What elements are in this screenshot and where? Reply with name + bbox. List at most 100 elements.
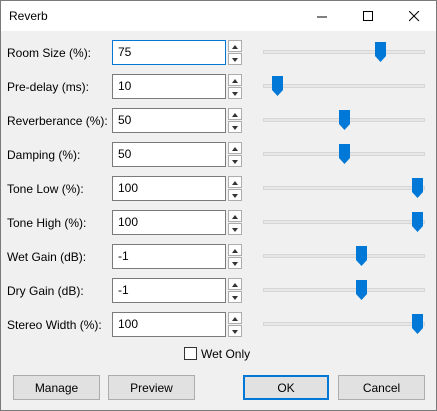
arrow-up-icon: [232, 45, 238, 49]
spin-up-button[interactable]: [228, 176, 242, 188]
param-slider-track[interactable]: [263, 84, 425, 88]
param-value-field[interactable]: 100: [112, 210, 226, 235]
close-button[interactable]: [391, 1, 437, 31]
param-value-field[interactable]: 50: [112, 108, 226, 133]
param-value-field[interactable]: -1: [112, 244, 226, 269]
param-spinner: [228, 142, 242, 167]
spin-down-button[interactable]: [228, 291, 242, 303]
param-value-field[interactable]: -1: [112, 278, 226, 303]
arrow-up-icon: [232, 317, 238, 321]
param-slider-thumb[interactable]: [356, 280, 367, 300]
param-value-field[interactable]: 10: [112, 74, 226, 99]
param-slider-track[interactable]: [263, 220, 425, 224]
arrow-up-icon: [232, 147, 238, 151]
maximize-icon: [362, 10, 373, 21]
param-row: Tone High (%): 100: [1, 210, 436, 236]
arrow-up-icon: [232, 181, 238, 185]
preview-button[interactable]: Preview: [108, 375, 195, 400]
arrow-up-icon: [232, 249, 238, 253]
arrow-up-icon: [232, 283, 238, 287]
spin-down-button[interactable]: [228, 87, 242, 99]
arrow-down-icon: [232, 160, 238, 164]
param-slider-track[interactable]: [263, 322, 425, 326]
param-slider-track[interactable]: [263, 254, 425, 258]
spin-down-button[interactable]: [228, 223, 242, 235]
param-row: Dry Gain (dB): -1: [1, 278, 436, 304]
spin-down-button[interactable]: [228, 53, 242, 65]
param-slider-thumb[interactable]: [412, 314, 423, 334]
param-slider-track[interactable]: [263, 50, 425, 54]
param-label: Dry Gain (dB):: [7, 284, 84, 298]
ok-button[interactable]: OK: [243, 375, 329, 400]
param-slider-thumb[interactable]: [412, 212, 423, 232]
param-label: Tone Low (%):: [7, 182, 84, 196]
arrow-up-icon: [232, 79, 238, 83]
spin-up-button[interactable]: [228, 210, 242, 222]
reverb-dialog: Reverb Room Size (%): 75 Pre-delay (ms): 10…: [0, 0, 437, 411]
maximize-button[interactable]: [345, 1, 391, 31]
spin-down-button[interactable]: [228, 155, 242, 167]
param-slider-track[interactable]: [263, 288, 425, 292]
spin-down-button[interactable]: [228, 257, 242, 269]
param-spinner: [228, 108, 242, 133]
window-title: Reverb: [9, 9, 48, 23]
param-slider-thumb[interactable]: [339, 144, 350, 164]
param-spinner: [228, 210, 242, 235]
arrow-down-icon: [232, 58, 238, 62]
param-spinner: [228, 74, 242, 99]
spin-up-button[interactable]: [228, 40, 242, 52]
title-bar: Reverb: [1, 1, 436, 31]
spin-up-button[interactable]: [228, 312, 242, 324]
param-slider-track[interactable]: [263, 186, 425, 190]
param-slider-thumb[interactable]: [375, 42, 386, 62]
param-row: Pre-delay (ms): 10: [1, 74, 436, 100]
spin-up-button[interactable]: [228, 74, 242, 86]
param-spinner: [228, 244, 242, 269]
param-row: Room Size (%): 75: [1, 40, 436, 66]
param-label: Reverberance (%):: [7, 114, 108, 128]
minimize-button[interactable]: [299, 1, 345, 31]
spin-down-button[interactable]: [228, 121, 242, 133]
arrow-down-icon: [232, 296, 238, 300]
param-value-field[interactable]: 100: [112, 176, 226, 201]
arrow-up-icon: [232, 113, 238, 117]
param-spinner: [228, 40, 242, 65]
close-icon: [408, 10, 419, 21]
spin-down-button[interactable]: [228, 325, 242, 337]
param-spinner: [228, 176, 242, 201]
spin-down-button[interactable]: [228, 189, 242, 201]
arrow-down-icon: [232, 126, 238, 130]
arrow-down-icon: [232, 330, 238, 334]
param-spinner: [228, 278, 242, 303]
spin-up-button[interactable]: [228, 244, 242, 256]
arrow-down-icon: [232, 92, 238, 96]
param-slider-thumb[interactable]: [356, 246, 367, 266]
cancel-button[interactable]: Cancel: [338, 375, 425, 400]
param-value-field[interactable]: 75: [112, 40, 226, 65]
param-row: Wet Gain (dB): -1: [1, 244, 436, 270]
spin-up-button[interactable]: [228, 142, 242, 154]
param-label: Tone High (%):: [7, 216, 87, 230]
param-slider-thumb[interactable]: [339, 110, 350, 130]
param-spinner: [228, 312, 242, 337]
spin-up-button[interactable]: [228, 278, 242, 290]
param-row: Reverberance (%): 50: [1, 108, 436, 134]
arrow-down-icon: [232, 194, 238, 198]
spin-up-button[interactable]: [228, 108, 242, 120]
wet-only-label: Wet Only: [201, 347, 251, 361]
manage-button[interactable]: Manage: [13, 375, 100, 400]
param-row: Stereo Width (%): 100: [1, 312, 436, 338]
param-label: Room Size (%):: [7, 46, 92, 60]
param-label: Stereo Width (%):: [7, 318, 102, 332]
param-value-field[interactable]: 50: [112, 142, 226, 167]
minimize-icon: [316, 16, 327, 17]
param-label: Wet Gain (dB):: [7, 250, 87, 264]
param-slider-thumb[interactable]: [412, 178, 423, 198]
param-label: Damping (%):: [7, 148, 81, 162]
param-slider-thumb[interactable]: [272, 76, 283, 96]
wet-only-checkbox[interactable]: [184, 347, 197, 360]
arrow-up-icon: [232, 215, 238, 219]
arrow-down-icon: [232, 228, 238, 232]
param-value-field[interactable]: 100: [112, 312, 226, 337]
param-row: Damping (%): 50: [1, 142, 436, 168]
